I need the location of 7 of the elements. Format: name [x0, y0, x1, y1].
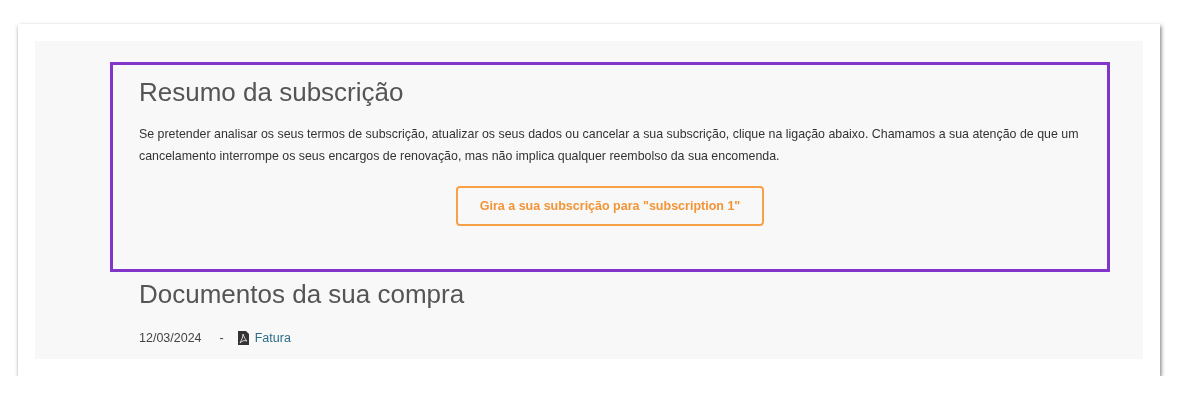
- section-title: Documentos da sua compra: [139, 278, 465, 311]
- document-link[interactable]: Fatura: [254, 331, 291, 345]
- separator-text: -: [219, 331, 224, 345]
- pdf-file-icon: [237, 331, 249, 345]
- document-date: 12/03/2024: [139, 331, 202, 345]
- section-title: Resumo da subscrição: [139, 76, 404, 109]
- description-text: Se pretender analisar os seus termos de subscrição, atualizar os seus dados ou cancelar a sua subscrição, clique na ligação abaixo. Chamamos a sua atenção de que um cancelamento interrompe os seus encargos de renovação, mas não implica qualquer reembolso da sua encomenda.: [139, 126, 1080, 165]
